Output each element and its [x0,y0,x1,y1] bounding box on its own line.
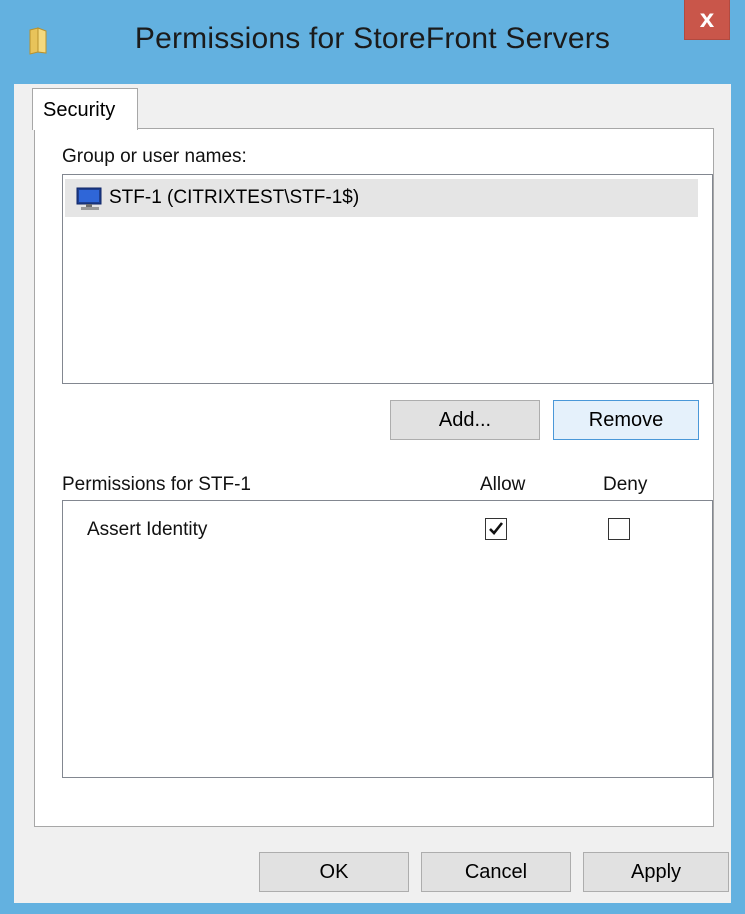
tab-security[interactable]: Security [32,88,138,130]
permissions-list: Assert Identity [62,500,713,778]
permissions-dialog: Permissions for StoreFront Servers x Sec… [0,0,745,914]
checkmark-icon [489,522,504,535]
close-icon: x [699,3,715,33]
ok-button[interactable]: OK [259,852,409,892]
computer-icon [75,187,105,211]
list-item[interactable]: STF-1 (CITRIXTEST\STF-1$) [65,179,698,217]
allow-column-header: Allow [480,474,526,495]
group-user-list[interactable]: STF-1 (CITRIXTEST\STF-1$) [62,174,713,384]
window-title: Permissions for StoreFront Servers [134,22,611,55]
allow-checkbox[interactable] [485,518,507,540]
group-names-label: Group or user names: [62,146,247,167]
remove-button[interactable]: Remove [553,400,699,440]
cancel-button[interactable]: Cancel [421,852,571,892]
permissions-for-label: Permissions for STF-1 [62,474,251,495]
deny-column-header: Deny [603,474,648,495]
title-bar[interactable]: Permissions for StoreFront Servers x [0,0,745,84]
list-item-label: STF-1 (CITRIXTEST\STF-1$) [109,187,360,208]
apply-button[interactable]: Apply [583,852,729,892]
close-button[interactable]: x [684,0,730,40]
deny-checkbox[interactable] [608,518,630,540]
permission-name: Assert Identity [87,519,208,540]
add-button[interactable]: Add... [390,400,540,440]
